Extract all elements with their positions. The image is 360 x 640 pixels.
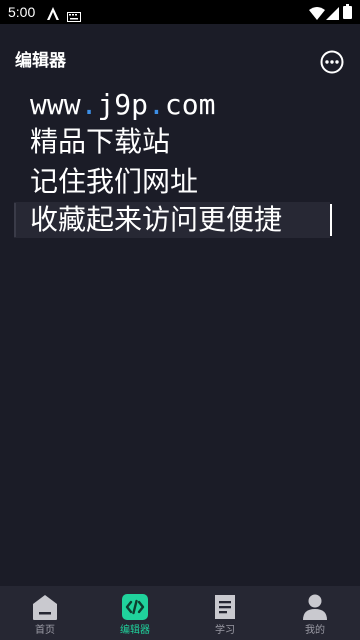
nav-item-mine[interactable]: 我的 [270, 586, 360, 640]
screen: 5:00 编辑器 www.j9p.com 精品下载站 记住我们网址 收藏起来访问… [0, 0, 360, 640]
nav-label-mine: 我的 [305, 625, 325, 636]
bottom-nav: 首页 编辑器 学习 我的 [0, 586, 360, 640]
page-title: 编辑器 [15, 51, 66, 71]
editor-dot: . [148, 88, 165, 121]
nav-item-home[interactable]: 首页 [0, 586, 90, 640]
app-bar: 编辑器 [0, 24, 360, 98]
editor-text: www [30, 88, 81, 121]
a11y-icon [47, 5, 59, 24]
battery-icon [343, 4, 352, 23]
code-icon [122, 594, 148, 620]
more-button[interactable] [319, 49, 345, 75]
editor-dot: . [80, 88, 98, 121]
wifi-icon [309, 5, 325, 24]
editor-line-1[interactable]: www.j9p.com [30, 88, 215, 122]
editor-text: j9p [97, 88, 149, 121]
editor-line-3[interactable]: 记住我们网址 [30, 165, 198, 199]
person-icon [303, 594, 327, 620]
document-icon [215, 595, 235, 619]
more-horizontal-icon [320, 50, 344, 74]
status-time: 5:00 [8, 4, 36, 20]
home-icon [33, 595, 57, 620]
nav-item-editor[interactable]: 编辑器 [90, 586, 180, 640]
nav-label-home: 首页 [35, 625, 55, 636]
nav-label-editor: 编辑器 [120, 625, 150, 636]
nav-item-study[interactable]: 学习 [180, 586, 270, 640]
line-gutter-mark [14, 203, 16, 237]
status-bar: 5:00 [0, 0, 360, 24]
nav-label-study: 学习 [215, 625, 235, 636]
signal-icon [326, 5, 339, 24]
editor-line-4[interactable]: 收藏起来访问更便捷 [30, 203, 282, 237]
text-cursor [330, 204, 332, 236]
editor-text: com [164, 88, 216, 121]
editor-line-2[interactable]: 精品下载站 [30, 125, 170, 159]
